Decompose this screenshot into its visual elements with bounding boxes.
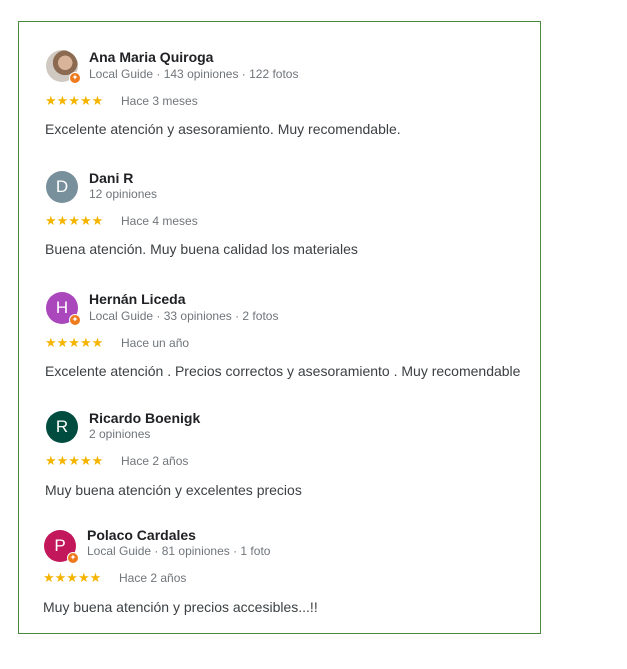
star-rating: ★★★★★ — [45, 335, 104, 350]
review-date: Hace 3 meses — [121, 94, 198, 108]
review-item: D Dani R 12 opiniones ★★★★★ Hace 4 meses… — [19, 142, 540, 262]
reviewer-name[interactable]: Ricardo Boenigk — [89, 410, 200, 426]
reviewer-meta: Local Guide · 143 opiniones · 122 fotos — [89, 67, 299, 81]
star-rating: ★★★★★ — [43, 570, 102, 585]
reviewer-meta: Local Guide · 81 opiniones · 1 foto — [87, 544, 271, 558]
review-date: Hace 2 años — [119, 571, 187, 585]
review-item: H ✦ Hernán Liceda Local Guide · 33 opini… — [19, 263, 540, 383]
review-date: Hace 4 meses — [121, 214, 198, 228]
review-item: R Ricardo Boenigk 2 opiniones ★★★★★ Hace… — [19, 384, 540, 504]
avatar[interactable]: D — [46, 171, 78, 203]
review-text: Excelente atención y asesoramiento. Muy … — [45, 121, 401, 137]
avatar[interactable]: R — [46, 411, 78, 443]
star-rating: ★★★★★ — [45, 213, 104, 228]
local-guide-badge-icon: ✦ — [69, 72, 81, 84]
review-item: P ✦ Polaco Cardales Local Guide · 81 opi… — [19, 503, 540, 623]
reviewer-name[interactable]: Polaco Cardales — [87, 527, 196, 543]
reviewer-name[interactable]: Dani R — [89, 170, 133, 186]
review-text: Muy buena atención y excelentes precios — [45, 482, 302, 498]
avatar[interactable]: P ✦ — [44, 530, 79, 564]
avatar-letter: H — [55, 298, 69, 317]
reviewer-meta: Local Guide · 33 opiniones · 2 fotos — [89, 309, 279, 323]
local-guide-badge-icon: ✦ — [69, 314, 81, 326]
avatar[interactable]: ✦ — [46, 50, 81, 84]
local-guide-badge-icon: ✦ — [67, 552, 79, 564]
review-date: Hace 2 años — [121, 454, 189, 468]
reviewer-meta: 12 opiniones — [89, 187, 158, 201]
review-date: Hace un año — [121, 336, 190, 350]
avatar-letter: P — [54, 536, 66, 555]
star-rating: ★★★★★ — [45, 93, 104, 108]
review-text: Muy buena atención y precios accesibles.… — [43, 599, 318, 615]
review-text: Excelente atención . Precios correctos y… — [45, 363, 521, 379]
review-item: ✦ Ana Maria Quiroga Local Guide · 143 op… — [19, 22, 540, 142]
reviewer-name[interactable]: Ana Maria Quiroga — [89, 49, 213, 65]
star-rating: ★★★★★ — [45, 453, 104, 468]
reviewer-name[interactable]: Hernán Liceda — [89, 291, 185, 307]
avatar[interactable]: H ✦ — [46, 292, 81, 326]
review-text: Buena atención. Muy buena calidad los ma… — [45, 241, 358, 257]
reviews-panel: ✦ Ana Maria Quiroga Local Guide · 143 op… — [18, 21, 541, 634]
reviewer-meta: 2 opiniones — [89, 427, 151, 441]
